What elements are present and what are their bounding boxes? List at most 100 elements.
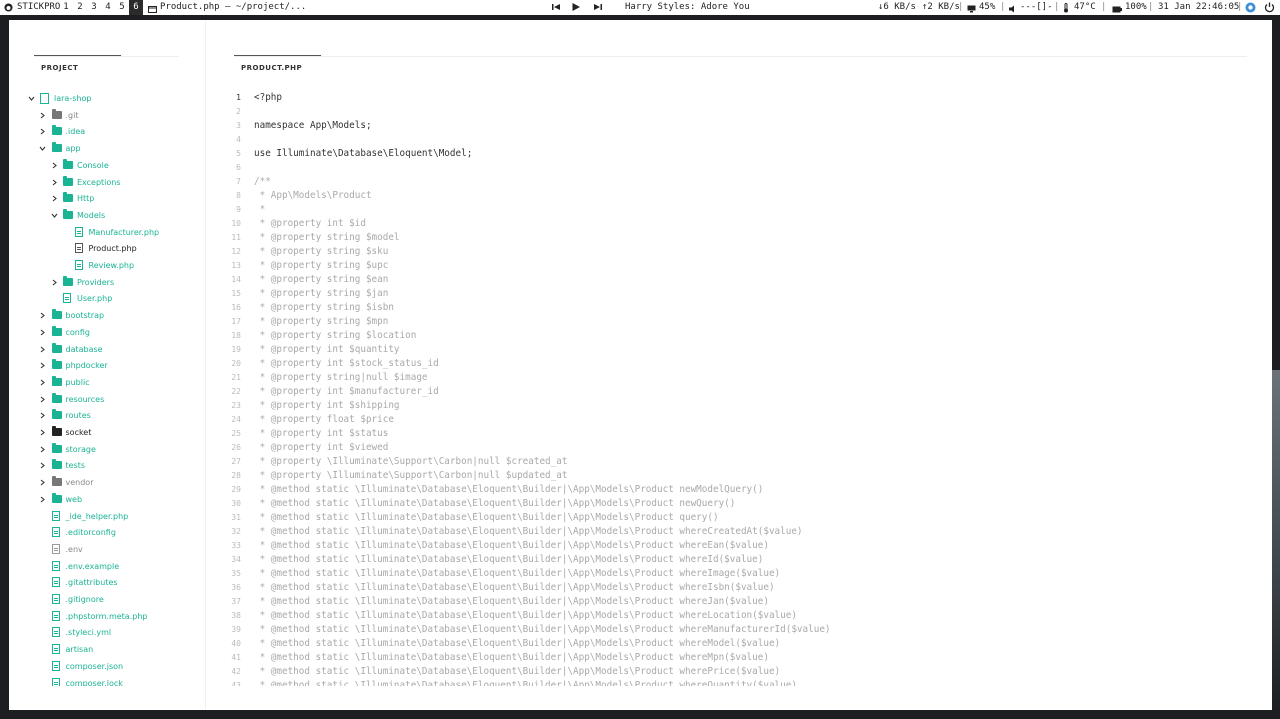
chevron-down-icon[interactable] — [50, 208, 58, 225]
speaker-icon[interactable] — [1009, 4, 1017, 19]
workspace-1[interactable]: 1 — [59, 0, 73, 15]
folder-icon — [51, 459, 62, 470]
tree-item[interactable]: resources — [39, 392, 206, 408]
code-text: * @property int $manufacturer_id — [254, 386, 439, 397]
chevron-right-icon[interactable] — [39, 108, 47, 125]
tree-item[interactable]: Exceptions — [50, 175, 205, 191]
tree-item[interactable]: config — [39, 325, 206, 341]
code-text: * @method static \Illuminate\Database\El… — [254, 638, 781, 649]
tree-item[interactable]: _ide_helper.php — [39, 509, 206, 525]
play-icon[interactable] — [571, 1, 583, 13]
tree-item[interactable]: composer.lock — [39, 676, 206, 686]
tree-item[interactable]: app — [39, 141, 206, 157]
tree-item[interactable]: database — [39, 342, 206, 358]
tree-item[interactable]: vendor — [39, 475, 206, 491]
code-line: 21 * @property string|null $image — [206, 371, 1266, 385]
chevron-right-icon[interactable] — [39, 375, 47, 392]
chevron-right-icon[interactable] — [50, 275, 58, 292]
tree-item[interactable]: Manufacturer.php — [62, 225, 206, 241]
tree-item[interactable]: tests — [39, 458, 206, 474]
chevron-down-icon[interactable] — [27, 91, 35, 108]
tree-item[interactable]: lara-shop — [27, 91, 197, 107]
code-line: 13 * @property string $upc — [206, 259, 1266, 273]
tree-item[interactable]: phpdocker — [39, 358, 206, 374]
chevron-right-icon[interactable] — [50, 158, 58, 175]
line-number: 2 — [236, 107, 241, 116]
chevron-right-icon[interactable] — [39, 392, 47, 409]
tree-item[interactable]: .env.example — [39, 559, 206, 575]
tree-item[interactable]: .idea — [39, 124, 206, 140]
tree-item[interactable]: .env — [39, 542, 206, 558]
workspace-5[interactable]: 5 — [115, 0, 129, 15]
tree-item-label: routes — [65, 411, 91, 421]
chevron-right-icon[interactable] — [39, 475, 47, 492]
tree-item[interactable]: web — [39, 492, 206, 508]
tree-item-label: .git — [65, 110, 79, 120]
chevron-right-icon[interactable] — [39, 325, 47, 342]
line-number: 24 — [231, 415, 241, 424]
tree-item[interactable]: Review.php — [62, 258, 206, 274]
folder-icon — [63, 275, 73, 286]
tree-item[interactable]: artisan — [39, 642, 206, 658]
project-panel-title[interactable]: PROJECT — [41, 64, 78, 72]
file-icon — [51, 610, 60, 621]
workspace-2[interactable]: 2 — [73, 0, 87, 15]
tree-item[interactable]: .styleci.yml — [39, 625, 206, 641]
battery-level: 100% — [1125, 2, 1147, 12]
file-icon — [51, 560, 60, 571]
folder-icon — [51, 359, 62, 370]
tree-item-label: phpdocker — [65, 361, 108, 371]
chevron-right-icon[interactable] — [50, 175, 58, 192]
code-line: 12 * @property string $sku — [206, 245, 1266, 259]
chevron-right-icon[interactable] — [39, 308, 47, 325]
code-area[interactable]: 1 <?php 2 3 namespace App\Models; 4 5 use Illum… — [206, 91, 1272, 686]
workspace-3[interactable]: 3 — [87, 0, 101, 15]
tree-item[interactable]: Models — [50, 208, 205, 224]
launcher-label[interactable]: STICKPRO — [17, 0, 60, 15]
chevron-right-icon[interactable] — [39, 458, 47, 475]
chevron-right-icon[interactable] — [39, 492, 47, 509]
chevron-right-icon[interactable] — [39, 124, 47, 141]
chevron-right-icon[interactable] — [39, 408, 47, 425]
tab-product-php[interactable]: PRODUCT.PHP — [241, 64, 302, 72]
line-number: 21 — [231, 373, 241, 382]
tree-item[interactable]: .editorconfig — [39, 525, 206, 541]
browser-icon[interactable] — [1245, 2, 1256, 19]
code-text: * @method static \Illuminate\Database\El… — [254, 680, 797, 686]
now-playing[interactable]: Harry Styles: Adore You — [625, 0, 750, 15]
folder-icon — [63, 208, 73, 219]
tree-item[interactable]: User.php — [50, 291, 205, 307]
tree-item[interactable]: bootstrap — [39, 308, 206, 324]
chevron-down-icon[interactable] — [39, 141, 47, 158]
chevron-right-icon[interactable] — [39, 442, 47, 459]
tree-item[interactable]: socket — [39, 425, 206, 441]
tree-item[interactable]: Http — [50, 191, 205, 207]
chevron-right-icon[interactable] — [39, 358, 47, 375]
code-line: 42 * @method static \Illuminate\Database… — [206, 665, 1266, 679]
tree-item[interactable]: Console — [50, 158, 205, 174]
tree-item[interactable]: .gitattributes — [39, 575, 206, 591]
tree-item-label: .editorconfig — [65, 528, 116, 538]
chevron-right-icon[interactable] — [50, 191, 58, 208]
tree-item[interactable]: Product.php — [62, 241, 206, 257]
tree-item[interactable]: .git — [39, 108, 206, 124]
tree-item[interactable]: routes — [39, 408, 206, 424]
datetime[interactable]: 31 Jan 22:46:05 — [1158, 0, 1239, 15]
workspace-6[interactable]: 6 — [129, 0, 143, 15]
volume-level[interactable]: ---[]- — [1020, 0, 1053, 15]
next-track-icon[interactable] — [593, 1, 605, 13]
previous-track-icon[interactable] — [551, 1, 563, 13]
tree-item[interactable]: .gitignore — [39, 592, 206, 608]
chevron-right-icon[interactable] — [39, 425, 47, 442]
tree-item[interactable]: public — [39, 375, 206, 391]
tree-item[interactable]: composer.json — [39, 659, 206, 675]
tree-item[interactable]: storage — [39, 442, 206, 458]
tree-item[interactable]: .phpstorm.meta.php — [39, 609, 206, 625]
tree-item[interactable]: Providers — [50, 275, 205, 291]
chevron-right-icon[interactable] — [39, 342, 47, 359]
code-text: <?php — [254, 92, 282, 103]
workspace-4[interactable]: 4 — [101, 0, 115, 15]
github-icon[interactable] — [4, 3, 13, 18]
line-number: 16 — [231, 303, 241, 312]
power-icon[interactable] — [1264, 2, 1275, 19]
